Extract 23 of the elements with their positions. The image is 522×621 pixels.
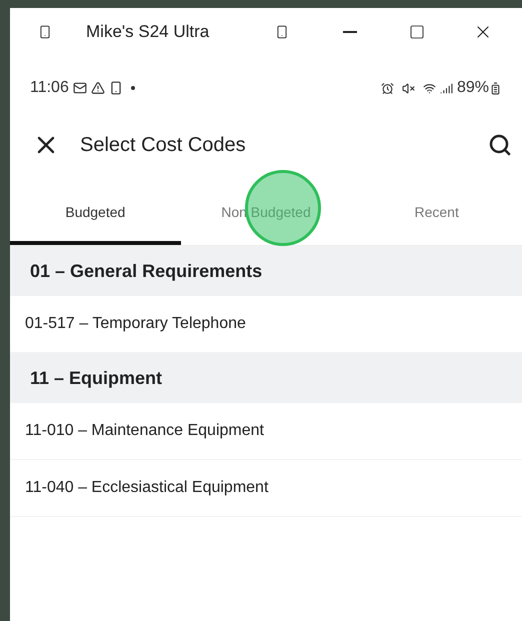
battery-icon <box>489 82 502 94</box>
warning-icon <box>90 81 105 95</box>
search-icon <box>488 133 512 157</box>
wifi-icon <box>422 82 436 94</box>
header-title: Select Cost Codes <box>80 133 246 158</box>
tab[interactable]: Recent <box>351 184 522 245</box>
minimize-icon <box>343 31 358 33</box>
signal-icon <box>440 82 453 94</box>
cost-code-item[interactable]: 11-040 – Ecclesiastical Equipment <box>10 460 522 517</box>
group-header: 01 – General Requirements <box>10 246 522 296</box>
phone-icon <box>38 25 52 39</box>
cost-code-item[interactable]: 11-010 – Maintenance Equipment <box>10 403 522 460</box>
status-time: 11:06 <box>30 78 69 98</box>
mail-icon <box>72 81 87 95</box>
search-button[interactable] <box>488 133 512 157</box>
alarm-icon <box>380 82 394 94</box>
battery-percent: 89% <box>456 78 489 98</box>
group-header: 11 – Equipment <box>10 353 522 403</box>
app-icon <box>108 81 123 95</box>
maximize-icon <box>409 24 426 40</box>
phone-icon <box>275 25 290 39</box>
window-title: Mike's S24 Ultra <box>86 21 210 44</box>
mute-icon <box>402 82 415 94</box>
